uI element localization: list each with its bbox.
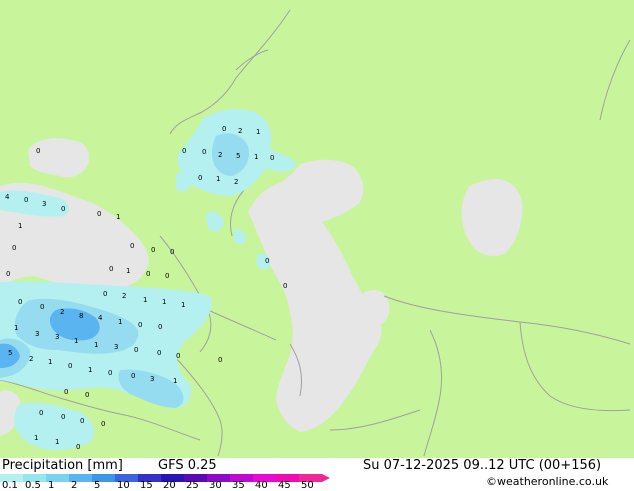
precip-value-label: 1 bbox=[126, 267, 130, 275]
legend-tick-label: 10 bbox=[117, 480, 130, 491]
precip-value-label: 2 bbox=[234, 178, 238, 186]
precip-value-label: 5 bbox=[236, 152, 240, 160]
precip-value-label: 0 bbox=[158, 323, 162, 331]
precip-value-label: 0 bbox=[218, 356, 222, 364]
precip-value-label: 3 bbox=[42, 200, 46, 208]
legend-tick-label: 2 bbox=[71, 480, 78, 491]
precip-value-label: 0 bbox=[61, 205, 65, 213]
map-canvas: 0 2 1 0 0 2 5 1 0 0 1 2 0 4 0 3 0 0 1 1 0 0 0 0 0 1 0 0 0 0 2 1 1 1 0 0 2 8 4 1… bbox=[0, 0, 634, 458]
precip-value-label: 2 bbox=[29, 355, 33, 363]
precip-value-label: 3 bbox=[55, 333, 59, 341]
precip-value-label: 4 bbox=[5, 193, 10, 201]
legend-tick-label: 40 bbox=[255, 480, 268, 491]
precip-value-label: 2 bbox=[218, 151, 222, 159]
precip-value-label: 0 bbox=[85, 391, 89, 399]
precip-value-label: 1 bbox=[18, 222, 22, 230]
precip-value-label: 0 bbox=[6, 270, 10, 278]
precip-value-label: 0 bbox=[283, 282, 287, 290]
precip-value-label: 1 bbox=[216, 175, 220, 183]
precip-value-label: 3 bbox=[114, 343, 118, 351]
precip-value-label: 1 bbox=[88, 366, 92, 374]
map-footer: Precipitation [mm] GFS 0.25 Su 07-12-202… bbox=[0, 458, 634, 491]
precip-value-label: 0 bbox=[170, 248, 174, 256]
valid-datetime: Su 07-12-2025 09..12 UTC (00+156) bbox=[363, 458, 602, 473]
precip-value-label: 1 bbox=[256, 128, 260, 136]
kara-bogaz-gol bbox=[356, 290, 390, 326]
precip-value-label: 0 bbox=[24, 196, 28, 204]
precip-value-label: 0 bbox=[36, 147, 40, 155]
precipitation-map: 0 2 1 0 0 2 5 1 0 0 1 2 0 4 0 3 0 0 1 1 0 0 0 0 0 1 0 0 0 0 2 1 1 1 0 0 2 8 4 1… bbox=[0, 0, 634, 458]
legend-tick-label: 35 bbox=[232, 480, 245, 491]
legend-tick-label: 0.5 bbox=[25, 480, 41, 491]
precip-value-label: 0 bbox=[130, 242, 134, 250]
precip-value-label: 0 bbox=[165, 272, 169, 280]
precip-value-label: 3 bbox=[150, 375, 154, 383]
precip-value-label: 1 bbox=[74, 337, 78, 345]
precip-value-label: 0 bbox=[270, 154, 274, 162]
precip-value-label: 1 bbox=[173, 377, 177, 385]
precip-value-label: 0 bbox=[109, 265, 113, 273]
precip-value-label: 0 bbox=[182, 147, 186, 155]
legend-overflow-arrow bbox=[322, 474, 330, 482]
precip-value-label: 0 bbox=[18, 298, 22, 306]
legend-tick-label: 1 bbox=[48, 480, 55, 491]
precip-value-label: 4 bbox=[98, 314, 103, 322]
legend-tick-label: 50 bbox=[301, 480, 314, 491]
precip-value-label: 1 bbox=[181, 301, 185, 309]
precip-value-label: 0 bbox=[101, 420, 105, 428]
precip-value-label: 2 bbox=[238, 127, 242, 135]
precip-value-label: 1 bbox=[14, 324, 18, 332]
precip-value-label: 0 bbox=[134, 346, 138, 354]
precip-value-label: 1 bbox=[143, 296, 147, 304]
precip-value-label: 0 bbox=[202, 148, 206, 156]
precip-value-label: 0 bbox=[151, 246, 155, 254]
map-title: Precipitation [mm] bbox=[2, 458, 123, 473]
precip-value-label: 0 bbox=[39, 409, 43, 417]
legend-tick-label: 30 bbox=[209, 480, 222, 491]
precip-value-label: 0 bbox=[138, 321, 142, 329]
legend-tick-label: 15 bbox=[140, 480, 153, 491]
legend-tick-label: 25 bbox=[186, 480, 199, 491]
precip-value-label: 0 bbox=[265, 257, 269, 265]
precip-value-label: 1 bbox=[48, 358, 52, 366]
legend-tick-label: 5 bbox=[94, 480, 101, 491]
precip-value-label: 0 bbox=[157, 349, 161, 357]
precip-value-label: 5 bbox=[8, 349, 12, 357]
precip-value-label: 0 bbox=[108, 369, 112, 377]
model-label: GFS 0.25 bbox=[158, 458, 217, 473]
precip-value-label: 0 bbox=[64, 388, 68, 396]
precip-value-label: 1 bbox=[118, 318, 122, 326]
precip-value-label: 8 bbox=[79, 312, 83, 320]
precip-value-label: 0 bbox=[146, 270, 150, 278]
precip-value-label: 0 bbox=[131, 372, 135, 380]
precip-value-label: 0 bbox=[222, 125, 226, 133]
credit-link[interactable]: ©weatheronline.co.uk bbox=[486, 475, 608, 488]
precip-value-label: 0 bbox=[40, 303, 44, 311]
precip-value-label: 0 bbox=[198, 174, 202, 182]
precip-value-label: 1 bbox=[116, 213, 120, 221]
precip-value-label: 2 bbox=[122, 292, 126, 300]
legend-tick-label: 0.1 bbox=[2, 480, 18, 491]
precip-value-label: 0 bbox=[97, 210, 101, 218]
legend-tick-label: 20 bbox=[163, 480, 176, 491]
precip-value-label: 1 bbox=[254, 153, 258, 161]
precip-value-label: 0 bbox=[80, 417, 84, 425]
precip-value-label: 1 bbox=[55, 438, 59, 446]
precip-value-label: 0 bbox=[61, 413, 65, 421]
precip-value-label: 0 bbox=[176, 352, 180, 360]
precip-value-label: 1 bbox=[94, 341, 98, 349]
precip-value-label: 0 bbox=[68, 362, 72, 370]
precip-value-label: 0 bbox=[103, 290, 107, 298]
precip-value-label: 1 bbox=[34, 434, 38, 442]
legend-tick-label: 45 bbox=[278, 480, 291, 491]
precip-value-label: 1 bbox=[162, 298, 166, 306]
precip-value-label: 0 bbox=[12, 244, 16, 252]
precip-value-label: 2 bbox=[60, 308, 64, 316]
precip-value-label: 0 bbox=[76, 443, 80, 451]
precip-value-label: 3 bbox=[35, 330, 39, 338]
